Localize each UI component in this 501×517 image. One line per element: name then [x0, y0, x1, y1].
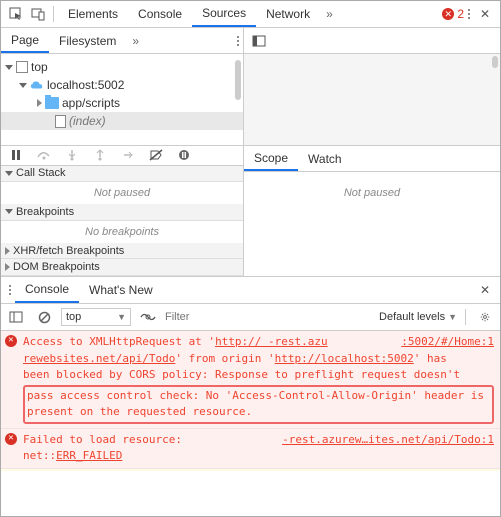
dom-section[interactable]: DOM Breakpoints	[1, 259, 243, 276]
tab-network[interactable]: Network	[256, 1, 320, 27]
scope-empty: Not paused	[244, 182, 500, 204]
log-levels-selector[interactable]: Default levels▼	[379, 311, 457, 323]
breakpoints-empty: No breakpoints	[1, 221, 243, 243]
cloud-icon	[30, 78, 44, 92]
context-selector[interactable]: top▼	[61, 308, 131, 326]
tab-elements[interactable]: Elements	[58, 1, 128, 27]
console-error-load: ✕ Failed to load resource: -rest.azurew……	[1, 429, 500, 469]
console-messages: ✕ Access to XMLHttpRequest at 'http:// -…	[1, 331, 500, 471]
console-menu-icon[interactable]	[5, 285, 15, 295]
step-over-icon[interactable]	[35, 146, 53, 164]
cors-highlight: pass access control check: No 'Access-Co…	[23, 385, 494, 424]
error-icon: ✕	[442, 8, 454, 20]
callstack-empty: Not paused	[1, 182, 243, 204]
settings-menu-icon[interactable]	[464, 9, 474, 19]
callstack-section[interactable]: Call Stack	[1, 166, 243, 183]
show-navigator-icon[interactable]	[250, 32, 268, 50]
tree-origin[interactable]: localhost:5002	[1, 76, 243, 94]
pause-icon[interactable]	[7, 146, 25, 164]
drawer-whatsnew-tab[interactable]: What's New	[79, 278, 163, 303]
device-toggle-icon[interactable]	[29, 5, 47, 23]
page-menu-icon[interactable]	[233, 36, 243, 46]
error-icon: ✕	[5, 433, 17, 445]
filesystem-subtab[interactable]: Filesystem	[49, 28, 126, 53]
error-icon: ✕	[5, 335, 17, 347]
folder-icon	[45, 97, 59, 109]
close-devtools-icon[interactable]: ✕	[476, 5, 494, 23]
tree-file[interactable]: (index)	[1, 112, 243, 130]
drawer-console-tab[interactable]: Console	[15, 278, 79, 303]
close-drawer-icon[interactable]: ✕	[476, 281, 494, 299]
debugger-toolbar	[1, 146, 243, 166]
more-tabs-icon[interactable]: »	[320, 7, 339, 21]
console-settings-icon[interactable]	[476, 308, 494, 326]
tree-folder[interactable]: app/scripts	[1, 94, 243, 112]
console-sidebar-icon[interactable]	[7, 308, 25, 326]
xhr-section[interactable]: XHR/fetch Breakpoints	[1, 243, 243, 260]
pause-on-exceptions-icon[interactable]	[175, 146, 193, 164]
console-warning-sourcemap: ! DevTools failed to parse SourceMap: ch…	[1, 469, 500, 472]
tab-console[interactable]: Console	[128, 1, 192, 27]
file-tree: top localhost:5002 app/scripts (index)	[1, 54, 243, 134]
clear-console-icon[interactable]	[35, 308, 53, 326]
scrollbar-thumb[interactable]	[492, 56, 498, 68]
console-filter-input[interactable]	[165, 311, 373, 323]
more-subtabs-icon[interactable]: »	[126, 34, 145, 48]
step-icon[interactable]	[119, 146, 137, 164]
tree-top[interactable]: top	[1, 58, 243, 76]
page-subtab[interactable]: Page	[1, 28, 49, 53]
error-count: 2	[457, 7, 464, 21]
scope-tab[interactable]: Scope	[244, 146, 298, 171]
file-icon	[55, 115, 66, 128]
step-into-icon[interactable]	[63, 146, 81, 164]
source-preview	[244, 54, 500, 145]
step-out-icon[interactable]	[91, 146, 109, 164]
deactivate-breakpoints-icon[interactable]	[147, 146, 165, 164]
live-expression-icon[interactable]	[139, 308, 157, 326]
main-tabs: Elements Console Sources Network »	[58, 1, 339, 27]
breakpoints-section[interactable]: Breakpoints	[1, 204, 243, 221]
error-count-badge[interactable]: ✕ 2	[442, 7, 464, 21]
scrollbar-thumb[interactable]	[235, 60, 241, 100]
watch-tab[interactable]: Watch	[298, 146, 352, 171]
inspect-icon[interactable]	[7, 5, 25, 23]
tab-sources[interactable]: Sources	[192, 1, 256, 27]
console-error-cors: ✕ Access to XMLHttpRequest at 'http:// -…	[1, 331, 500, 429]
